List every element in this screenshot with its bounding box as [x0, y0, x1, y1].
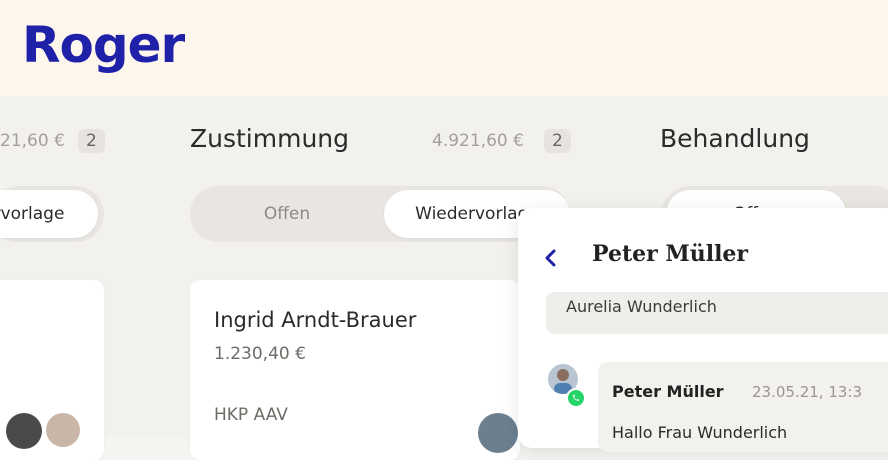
chevron-left-icon[interactable] [540, 247, 562, 269]
phone-icon [573, 394, 579, 401]
case-card-name: Ingrid Arndt-Brauer [214, 308, 417, 332]
column-1-tab-wiedervorlage[interactable]: rvorlage [0, 190, 98, 238]
column-1-count-badge: 2 [78, 129, 105, 153]
message-sender: Peter Müller [612, 382, 724, 401]
avatar [478, 413, 518, 453]
chat-title: Peter Müller [592, 241, 749, 267]
column-2-amount: 4.921,60 € [432, 131, 524, 151]
avatar [6, 413, 42, 449]
column-2-tab-offen[interactable]: Offen [194, 190, 380, 238]
column-1-segmented-control: rvorlage [0, 186, 104, 242]
chevron-left-icon [545, 249, 556, 267]
column-2-count-badge: 2 [544, 129, 571, 153]
message-text: Hallo Frau Wunderlich [612, 423, 788, 442]
column-title-behandlung: Behandlung [660, 124, 810, 153]
avatar [46, 413, 80, 447]
message-timestamp: 23.05.21, 13:3 [752, 383, 863, 401]
header-band: Roger [0, 0, 888, 96]
column-title-zustimmung: Zustimmung [190, 124, 350, 153]
column-1-amount: 21,60 € [0, 131, 65, 151]
case-card[interactable] [190, 280, 520, 460]
whatsapp-icon [566, 388, 586, 408]
case-card-amount: 1.230,40 € [214, 344, 306, 364]
contact-name: Aurelia Wunderlich [566, 297, 717, 316]
roger-logo: Roger [22, 16, 185, 74]
column-2-segmented-control: Offen Wiedervorlage [190, 186, 570, 242]
case-card-tag: HKP AAV [214, 405, 288, 425]
